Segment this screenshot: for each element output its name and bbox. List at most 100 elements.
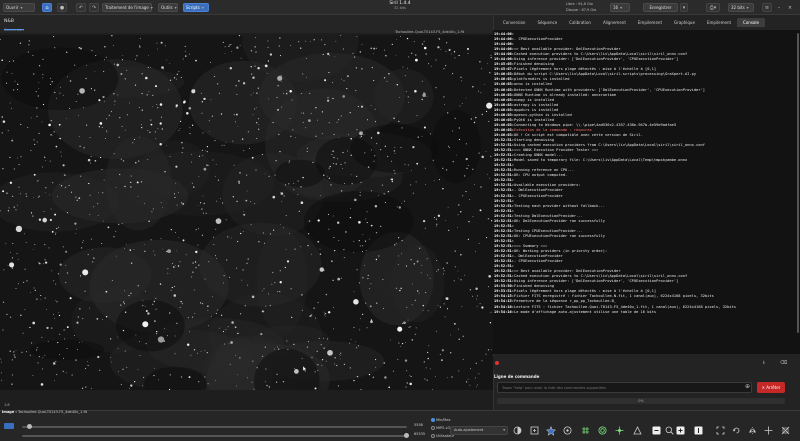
console-scrollbar[interactable] [797,33,799,333]
star [180,202,183,204]
star [121,125,123,127]
open-button[interactable]: Ouvrir ▾ [3,3,35,12]
tab-conversion[interactable]: Conversion [497,18,531,27]
globe-icon[interactable]: ⊕ [745,383,750,390]
star [76,348,79,351]
low-slider[interactable] [22,426,407,428]
rotate-icon[interactable] [731,425,742,436]
crosshair-icon[interactable] [763,425,774,436]
invert-icon[interactable] [512,425,523,436]
save-options-icon[interactable]: ▾ [680,3,688,12]
star [54,380,56,381]
one-to-one-icon[interactable] [693,425,704,436]
star [437,37,439,39]
star [186,112,189,115]
star [359,136,361,138]
home-icon[interactable]: ⌂ [42,3,52,12]
close-icon[interactable]: × [785,3,795,12]
star [38,132,40,134]
star [472,216,474,218]
radio-minmax[interactable]: Min/Max [431,418,451,422]
annotate-icon[interactable] [562,425,573,436]
fit-window-icon[interactable] [715,425,726,436]
star [223,144,225,146]
star [348,134,349,136]
stop-button[interactable]: ✕ Arrêter [757,382,785,393]
star [268,175,270,177]
star [20,314,22,316]
star [175,78,177,80]
record-icon[interactable] [495,361,499,365]
low-slider-handle[interactable] [27,424,32,429]
star [238,182,240,185]
star [344,162,346,164]
scripts-menu[interactable]: Scripts ▾ [183,3,209,12]
high-slider-handle[interactable] [404,433,409,438]
save-as-icon[interactable]: ⎙▾ [706,3,720,12]
star [328,228,330,230]
image-viewport[interactable] [0,35,493,390]
display-mode-select[interactable]: Auto-ajustement ▾ [450,426,508,435]
tab-grayscale[interactable]: N&B [4,19,14,24]
star [330,184,332,186]
redo-icon[interactable]: ↷ [89,3,99,12]
tools-menu[interactable]: Outils ▾ [158,3,178,12]
star [383,193,385,195]
star [44,244,46,246]
snapshot-icon[interactable] [780,425,791,436]
tab-stacking-2[interactable]: Empilement [701,18,737,27]
save-button[interactable]: Enregistrer [643,3,678,12]
star [359,51,361,53]
star [367,278,369,280]
channel-icon[interactable] [4,423,14,429]
star [308,220,311,222]
star [33,173,36,176]
star [297,194,299,196]
mirror-icon[interactable] [747,425,758,436]
zoom-icon[interactable] [664,425,675,436]
processing-menu[interactable]: Traitement de l'image ▾ [102,3,153,12]
star [293,182,295,184]
moon-icon[interactable]: ● [57,3,67,12]
clear-log-icon[interactable]: ⌫ [780,360,788,366]
star [422,304,424,307]
tab-stacking[interactable]: Empilement [632,18,668,27]
star-detection-icon[interactable] [614,425,625,436]
photometry-icon[interactable] [632,425,643,436]
tab-graph[interactable]: Graphique [668,18,701,27]
star [9,252,11,253]
minus-icon[interactable] [651,425,662,436]
star [472,295,473,297]
star [394,244,396,246]
tab-calibration[interactable]: Calibration [563,18,597,27]
star [141,92,143,95]
minimize-icon[interactable]: – [774,3,784,12]
title-area: Siril 1.4.4 32 bits [360,1,440,10]
console-log[interactable]: 19:44:06: 19:44:06: - CPUExecutionProvide… [493,30,800,354]
target-icon[interactable] [597,425,608,436]
threads-spinner[interactable]: 16 ▾ [610,3,630,12]
tab-console[interactable]: Console [737,18,765,27]
bit-depth-select[interactable]: 32 bits ▾ [728,3,754,12]
star [144,76,148,80]
star [326,99,330,102]
star [301,294,303,296]
plus-icon[interactable] [675,425,686,436]
star [350,154,352,156]
star [148,91,150,93]
hamburger-icon[interactable]: ≡ [762,3,772,12]
high-slider[interactable] [22,435,407,437]
command-input[interactable] [497,382,752,393]
star [443,96,445,98]
tab-alignment[interactable]: Alignement [597,18,632,27]
undo-icon[interactable]: ↶ [76,3,86,12]
download-icon[interactable]: ⭳ [763,360,771,366]
tab-sequence[interactable]: Séquence [531,18,563,27]
astrometry-star-icon[interactable] [545,425,556,436]
star [189,127,191,129]
star [279,290,281,293]
star [65,372,67,374]
grid-icon[interactable] [580,425,591,436]
zoom-fit-icon[interactable] [529,425,540,436]
star [152,94,154,96]
